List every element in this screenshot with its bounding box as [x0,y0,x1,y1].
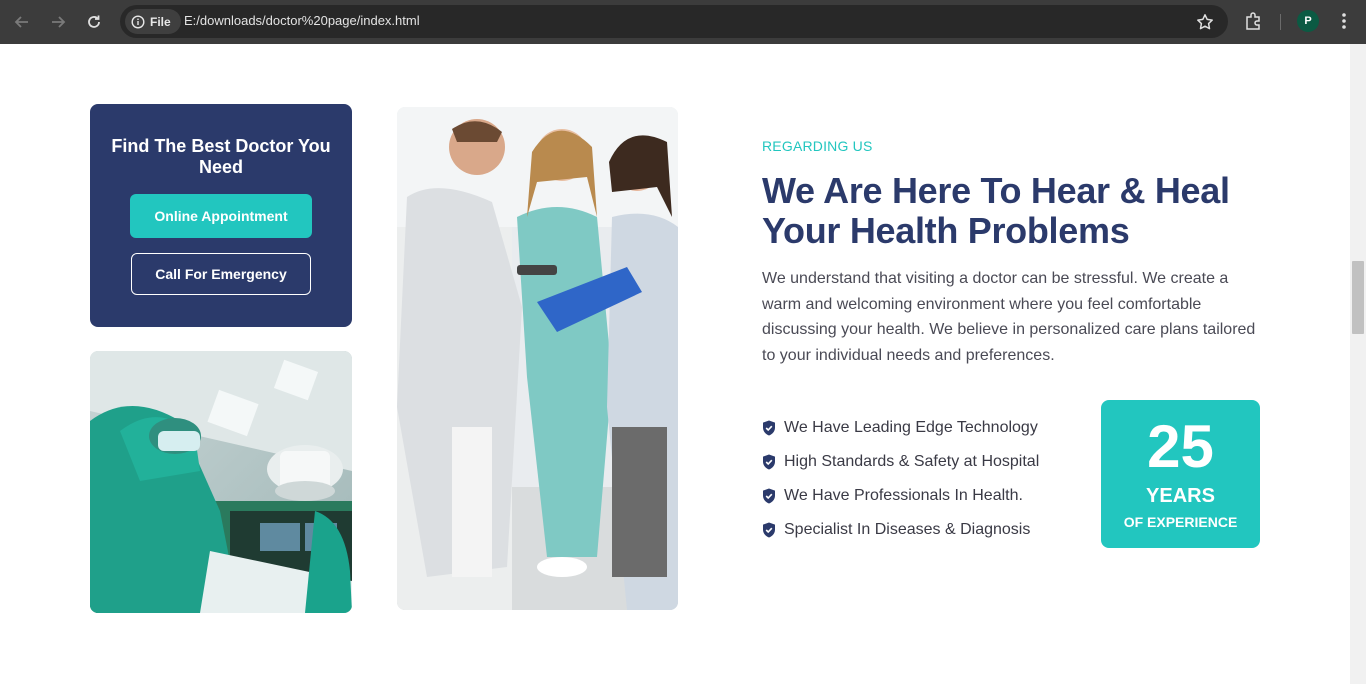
arrow-right-icon [52,16,66,28]
profile-initial: P [1304,15,1312,27]
toolbar-divider [1280,14,1281,30]
surgery-photo [90,351,352,613]
page-scrollbar[interactable] [1350,44,1366,684]
list-item: High Standards & Safety at Hospital [762,445,1039,479]
url-text[interactable]: E:/downloads/doctor%20page/index.html [184,13,420,28]
feature-text: We Have Leading Edge Technology [784,419,1038,436]
kebab-menu-icon[interactable] [1334,10,1354,32]
reload-button[interactable] [82,10,106,34]
forward-button[interactable] [46,10,70,34]
section-heading: We Are Here To Hear & Heal Your Health P… [762,170,1230,251]
experience-number: 25 [1147,413,1214,480]
address-bar[interactable]: File E:/downloads/doctor%20page/index.ht… [120,5,1228,38]
site-info-chip[interactable]: File [125,9,181,34]
info-icon [131,14,145,29]
scrollbar-thumb[interactable] [1352,261,1364,334]
list-item: We Have Leading Edge Technology [762,411,1039,445]
list-item: We Have Professionals In Health. [762,479,1039,513]
shield-check-icon [763,420,775,436]
file-chip-label: File [150,14,171,29]
list-item: Specialist In Diseases & Diagnosis [762,513,1039,547]
experience-subtitle: OF EXPERIENCE [1123,514,1238,530]
shield-check-icon [763,488,775,504]
experience-word: YEARS [1146,485,1215,507]
doctors-photo [397,107,678,610]
shield-check-icon [763,454,775,470]
feature-text: Specialist In Diseases & Diagnosis [784,521,1031,538]
call-emergency-button[interactable]: Call For Emergency [131,253,311,295]
reload-icon [88,15,100,28]
section-paragraph: We understand that visiting a doctor can… [762,270,1256,364]
profile-avatar[interactable]: P [1297,10,1319,32]
browser-toolbar: File E:/downloads/doctor%20page/index.ht… [0,0,1366,44]
arrow-left-icon [14,16,28,28]
online-appointment-button[interactable]: Online Appointment [130,194,312,238]
find-doctor-card: Find The Best Doctor You Need Online App… [90,104,352,327]
find-doctor-title: Find The Best Doctor You Need [111,136,331,177]
section-eyebrow: REGARDING US [762,138,873,154]
puzzle-icon[interactable] [1243,10,1265,32]
feature-text: We Have Professionals In Health. [784,487,1023,504]
shield-check-icon [763,522,775,538]
star-icon[interactable] [1196,13,1214,31]
feature-list: We Have Leading Edge Technology High Sta… [762,411,1039,547]
feature-text: High Standards & Safety at Hospital [784,453,1040,470]
experience-badge: 25 YEARS OF EXPERIENCE [1101,400,1260,548]
back-button[interactable] [10,10,34,34]
